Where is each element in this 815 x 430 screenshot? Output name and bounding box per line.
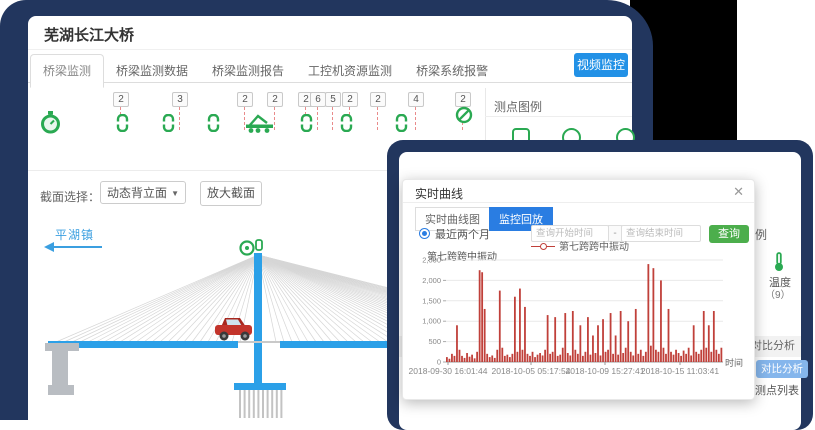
ban-icon[interactable] xyxy=(455,106,473,129)
sensor-count-badge: 6 xyxy=(310,92,326,107)
section-select-value: 动态背立面 xyxy=(107,186,167,200)
sensor-count-badge: 2 xyxy=(455,92,471,107)
bridge-tower xyxy=(254,253,262,390)
pier-cap xyxy=(234,383,286,390)
sensor-count-badge: 4 xyxy=(408,92,424,107)
abutment xyxy=(45,343,79,395)
main-tab-4[interactable]: 桥梁系统报警 xyxy=(404,55,500,87)
section-select-dropdown[interactable]: 动态背立面 ▼ xyxy=(100,181,186,204)
close-icon[interactable]: ✕ xyxy=(733,184,744,200)
sensor-tick-line xyxy=(332,107,333,130)
link-icon[interactable] xyxy=(207,114,220,137)
query-end-time-input[interactable] xyxy=(621,225,701,242)
main-tab-bar: 桥梁监测桥梁监测数据桥梁监测报告工控机资源监测桥梁系统报警 xyxy=(28,53,632,83)
deck-expansion-joint xyxy=(238,341,280,343)
sensor-count-badge: 2 xyxy=(237,92,253,107)
link-icon[interactable] xyxy=(300,114,313,137)
compare-analysis-button[interactable]: 对比分析 xyxy=(756,360,808,378)
query-button[interactable]: 查询 xyxy=(709,225,749,243)
dialog-header: 实时曲线 ✕ xyxy=(403,180,754,203)
chart-bars xyxy=(446,264,722,362)
temperature-point-count: （9） xyxy=(765,286,791,301)
title-divider xyxy=(28,49,632,50)
thermometer-icon[interactable] xyxy=(773,252,785,272)
link-icon[interactable] xyxy=(340,114,353,137)
sensor-tick-line xyxy=(377,107,378,130)
link-icon[interactable] xyxy=(395,114,408,137)
realtime-curve-dialog: 实时曲线 ✕ 实时曲线图监控回放 最近两个月 - 查询 第七跨跨中振动 第七跨跨… xyxy=(402,179,755,400)
svg-text:1,000: 1,000 xyxy=(422,317,441,326)
sensor-count-badge: 3 xyxy=(172,92,188,107)
link-icon[interactable] xyxy=(116,114,129,137)
legend-panel-title: 测点图例 xyxy=(494,98,542,115)
chevron-down-icon: ▼ xyxy=(171,182,179,205)
main-tab-1[interactable]: 桥梁监测数据 xyxy=(104,55,200,87)
svg-text:2,500: 2,500 xyxy=(422,256,441,265)
sensor-count-badge: 2 xyxy=(267,92,283,107)
compare-section-header: 对比分析 xyxy=(751,336,795,357)
x-tick-label: 2018-09-30 16:01:44 xyxy=(403,366,493,376)
enlarge-section-button[interactable]: 放大截面 xyxy=(200,181,262,206)
stopwatch-icon[interactable] xyxy=(40,111,62,140)
svg-text:2,000: 2,000 xyxy=(422,276,441,285)
dialog-title: 实时曲线 xyxy=(415,185,463,202)
svg-text:1,500: 1,500 xyxy=(422,296,441,305)
x-tick-label: 2018-10-15 11:03:41 xyxy=(635,366,725,376)
sensor-tick-line xyxy=(317,107,318,130)
link-icon[interactable] xyxy=(162,114,175,137)
legend-marker-icon xyxy=(531,243,555,250)
tower-sensor-dot xyxy=(245,246,249,250)
section-select-label: 截面选择： xyxy=(40,188,100,205)
page-title: 芜湖长江大桥 xyxy=(44,24,134,45)
sensor-tick-line xyxy=(179,107,180,130)
legend-series-label: 第七跨跨中振动 xyxy=(559,242,629,253)
sensor-tick-line xyxy=(415,107,416,130)
point-list-header: 测点列表 xyxy=(755,382,799,398)
truck-icon[interactable] xyxy=(244,112,276,139)
recent-range-radio[interactable] xyxy=(419,228,430,239)
recent-range-label: 最近两个月 xyxy=(435,226,490,242)
x-axis-title: 时间 xyxy=(725,356,743,369)
main-tab-0[interactable]: 桥梁监测 xyxy=(30,54,104,88)
sensor-count-badge: 5 xyxy=(325,92,341,107)
pile-foundation xyxy=(240,390,281,418)
main-tab-2[interactable]: 桥梁监测报告 xyxy=(200,55,296,87)
tower-link-sensor-icon[interactable] xyxy=(256,240,262,250)
chart-legend: 第七跨跨中振动 xyxy=(531,238,629,253)
video-monitor-button[interactable]: 视频监控 xyxy=(574,53,628,77)
sensor-count-badge: 2 xyxy=(370,92,386,107)
svg-text:500: 500 xyxy=(428,337,441,346)
main-tab-3[interactable]: 工控机资源监测 xyxy=(296,55,404,87)
direction-arrow-head xyxy=(44,242,54,252)
sensor-count-badge: 2 xyxy=(113,92,129,107)
vibration-chart: 05001,0001,5002,0002,500 xyxy=(403,256,756,372)
legend-panel-underline xyxy=(485,116,632,117)
sensor-count-badge: 2 xyxy=(342,92,358,107)
